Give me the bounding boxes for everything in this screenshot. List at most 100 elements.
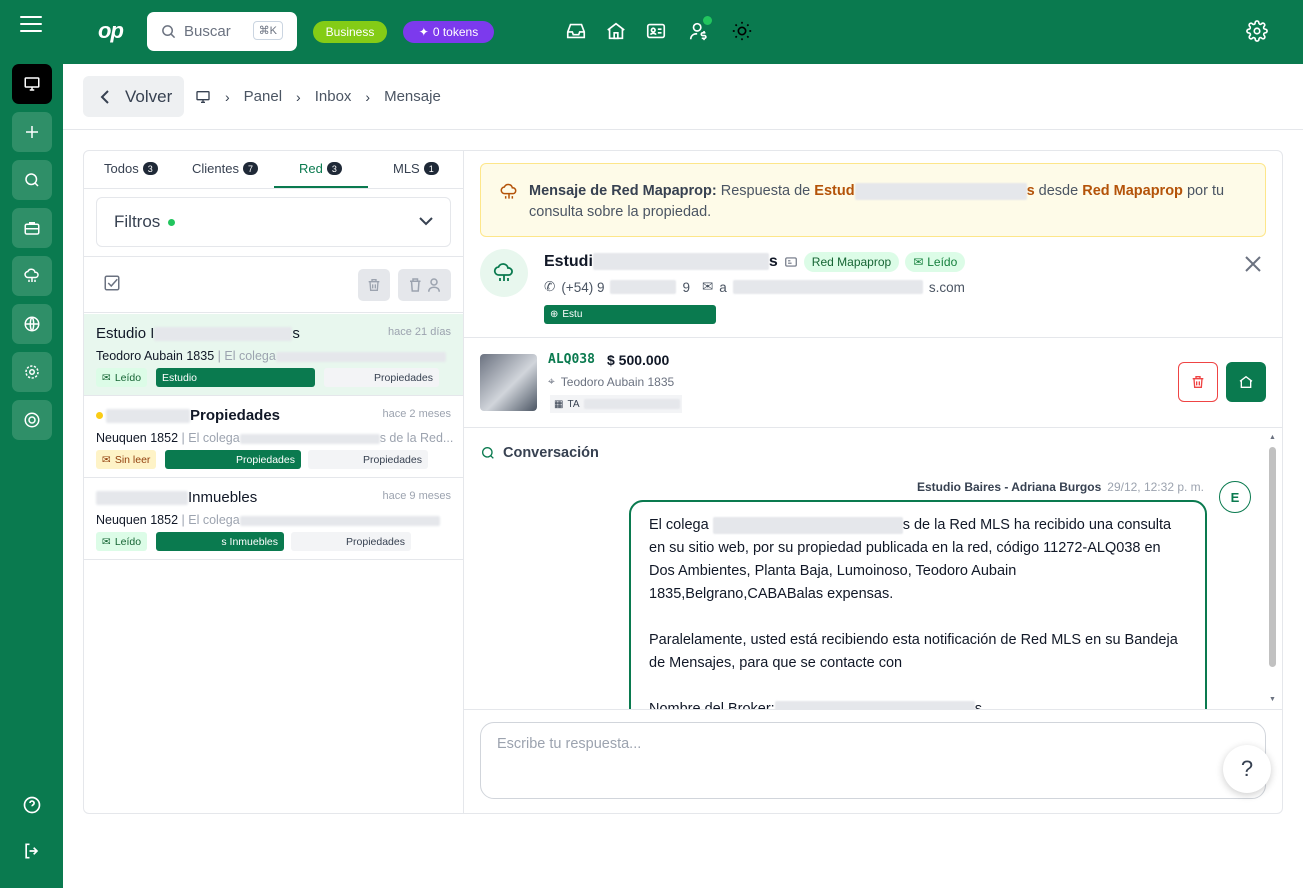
item-name: Estudio Is — [96, 325, 300, 342]
tab-label: Clientes — [192, 161, 239, 176]
conversation-scrollbar[interactable]: ▲ ▼ — [1268, 434, 1277, 706]
plan-badge[interactable]: Business — [313, 21, 387, 43]
tab-count: 3 — [326, 162, 342, 175]
tab-clientes[interactable]: Clientes 7 — [192, 161, 258, 176]
network-badge: Red Mapaprop — [803, 252, 900, 272]
inbox-icon[interactable] — [565, 20, 587, 42]
help-fab-button[interactable]: ? — [1223, 745, 1271, 793]
contact-info: ✆ (+54) 99 ✉ a s.com — [544, 279, 965, 295]
trash-icon — [1192, 376, 1204, 388]
globe-icon — [24, 316, 40, 332]
monitor-icon — [196, 90, 210, 103]
list-item[interactable]: Propiedades hace 2 meses Neuquen 1852 | … — [84, 396, 463, 478]
website-tag[interactable]: ⊕ Estu — [544, 305, 716, 324]
sidebar-item-settings[interactable] — [12, 352, 52, 392]
delete-and-assign-button[interactable] — [398, 269, 451, 301]
briefcase-icon — [24, 222, 40, 235]
list-toolbar — [84, 256, 464, 313]
item-name: Inmuebles — [96, 489, 257, 506]
pin-icon: ⌖ — [548, 374, 555, 388]
home-icon[interactable] — [605, 20, 627, 42]
breadcrumb-panel[interactable]: Panel — [244, 88, 282, 105]
status-badge: ✉ Leído — [96, 532, 148, 551]
delete-button[interactable] — [1178, 362, 1218, 402]
close-icon[interactable] — [1244, 255, 1262, 273]
search-icon — [162, 25, 176, 39]
main-panel: Todos 3 Clientes 7 Red 3 MLS 1 Filtros Estud… — [83, 150, 1283, 814]
list-item[interactable]: Inmuebles hace 9 meses Neuquen 1852 | El… — [84, 478, 463, 560]
delete-selected-button[interactable] — [358, 269, 390, 301]
chevron-right-icon: › — [225, 88, 230, 105]
search-button[interactable]: Buscar ⌘K — [147, 12, 297, 51]
tab-label: Todos — [104, 161, 139, 176]
back-button[interactable]: Volver — [83, 76, 184, 117]
item-address: Teodoro Aubain 1835 | El colega — [96, 349, 446, 363]
app-logo[interactable]: op — [98, 18, 124, 44]
tab-count: 1 — [423, 162, 439, 175]
sidebar-item-messages[interactable] — [12, 160, 52, 200]
notice-title: Mensaje de Red Mapaprop: — [529, 183, 717, 199]
menu-icon[interactable] — [20, 16, 42, 36]
property-agency-tag: ▦ TA — [550, 395, 682, 413]
list-item[interactable]: Estudio Is hace 21 días Teodoro Aubain 1… — [84, 314, 463, 396]
sidebar-item-business[interactable] — [12, 208, 52, 248]
sidebar-item-add[interactable] — [12, 112, 52, 152]
breadcrumb: › Panel › Inbox › Mensaje — [195, 88, 441, 105]
gear-icon[interactable] — [1246, 20, 1268, 42]
id-card-icon[interactable] — [645, 20, 667, 42]
envelope-open-icon: ✉ — [102, 371, 111, 384]
sidebar-item-web[interactable] — [12, 304, 52, 344]
chevron-left-icon — [100, 89, 109, 104]
breadcrumb-inbox[interactable]: Inbox — [315, 88, 352, 105]
notice-text: desde — [1038, 183, 1079, 199]
reply-input[interactable]: Escribe tu respuesta... — [480, 722, 1266, 799]
tab-red[interactable]: Red 3 — [299, 161, 342, 176]
property-thumbnail[interactable] — [480, 354, 537, 411]
building-icon: ▦ — [554, 398, 564, 410]
notice-network: Red Mapaprop — [1082, 183, 1183, 199]
message-list-pane: Todos 3 Clientes 7 Red 3 MLS 1 Filtros Estud… — [84, 151, 464, 813]
envelope-open-icon: ✉ — [102, 535, 111, 548]
item-address: Neuquen 1852 | El colega — [96, 513, 440, 527]
filters-dropdown[interactable]: Filtros — [96, 197, 451, 247]
help-icon — [23, 796, 41, 814]
monitor-icon — [24, 77, 40, 91]
item-address: Neuquen 1852 | El colega s de la Red... — [96, 431, 454, 445]
contact-card: Estudi s Red Mapaprop ✉ Leído ✆ (+54) 99 ✉ a… — [464, 243, 1282, 338]
unread-dot — [96, 412, 103, 419]
trash-icon — [368, 279, 380, 291]
sidebar-item-network[interactable] — [12, 256, 52, 296]
status-badge: ✉ Leído — [96, 368, 148, 387]
tab-count: 7 — [242, 162, 258, 175]
search-shortcut: ⌘K — [252, 21, 283, 40]
help-button[interactable] — [21, 794, 43, 816]
active-tab-indicator — [274, 186, 368, 188]
home-icon — [1239, 375, 1253, 388]
tab-label: Red — [299, 161, 323, 176]
status-badge: ✉ Sin leer — [96, 450, 157, 469]
scrollbar-thumb[interactable] — [1269, 447, 1276, 667]
envelope-icon: ✉ — [102, 453, 111, 466]
tab-todos[interactable]: Todos 3 — [104, 161, 158, 176]
tab-mls[interactable]: MLS 1 — [393, 161, 439, 176]
sidebar — [0, 64, 63, 888]
chat-icon — [482, 447, 494, 459]
agency-tag: Propiedades — [291, 532, 411, 551]
top-bar: op Buscar ⌘K Business ✦ 0 tokens — [0, 0, 1303, 64]
tokens-badge[interactable]: ✦ 0 tokens — [403, 21, 494, 43]
chat-icon — [25, 173, 39, 187]
agency-tag: Estudio — [156, 368, 315, 387]
message-bubble: El colega s de la Red MLS ha recibido un… — [629, 500, 1207, 709]
cloud-network-icon — [24, 268, 39, 282]
logout-button[interactable] — [21, 840, 43, 862]
sidebar-item-panel[interactable] — [12, 64, 52, 104]
read-badge: ✉ Leído — [905, 252, 966, 272]
view-property-button[interactable] — [1226, 362, 1266, 402]
conversation-title: Conversación — [480, 445, 599, 461]
select-all-checkbox-icon[interactable] — [103, 274, 121, 292]
property-address: ⌖ Teodoro Aubain 1835 — [548, 374, 675, 389]
agency-tag: s Inmuebles — [156, 532, 284, 551]
sun-icon[interactable] — [731, 20, 753, 42]
sidebar-item-support[interactable] — [12, 400, 52, 440]
item-time: hace 9 meses — [382, 490, 451, 502]
